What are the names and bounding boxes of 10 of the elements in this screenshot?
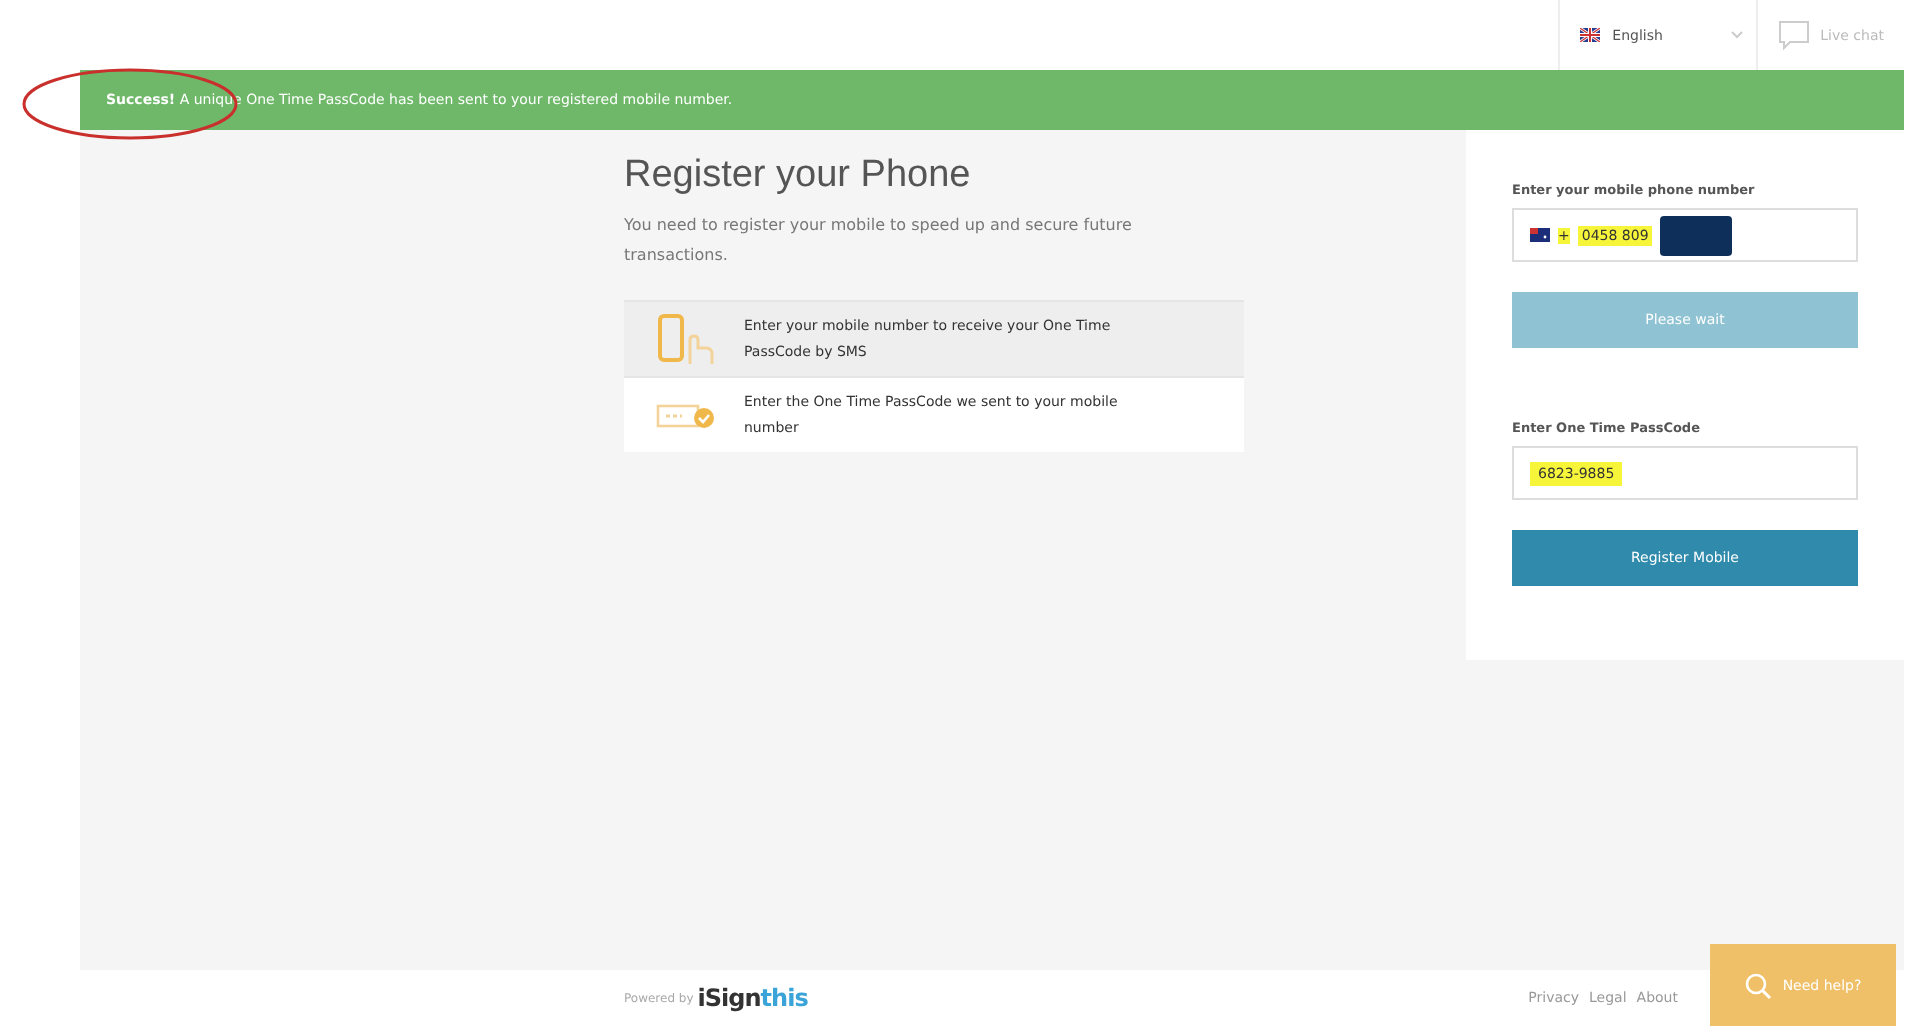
chat-bubble-icon	[1778, 19, 1811, 51]
page-title: Register your Phone	[624, 154, 973, 198]
flag-icon	[1530, 228, 1550, 242]
flag-icon	[1580, 28, 1601, 42]
logo: iSignthis	[697, 984, 808, 1012]
passcode-check-icon	[656, 399, 716, 431]
phone-hand-icon	[656, 311, 716, 367]
search-icon	[1744, 971, 1773, 999]
description: You need to register your mobile to speed up and secure future transactions.	[624, 214, 1134, 268]
caret-icon	[1730, 30, 1745, 40]
